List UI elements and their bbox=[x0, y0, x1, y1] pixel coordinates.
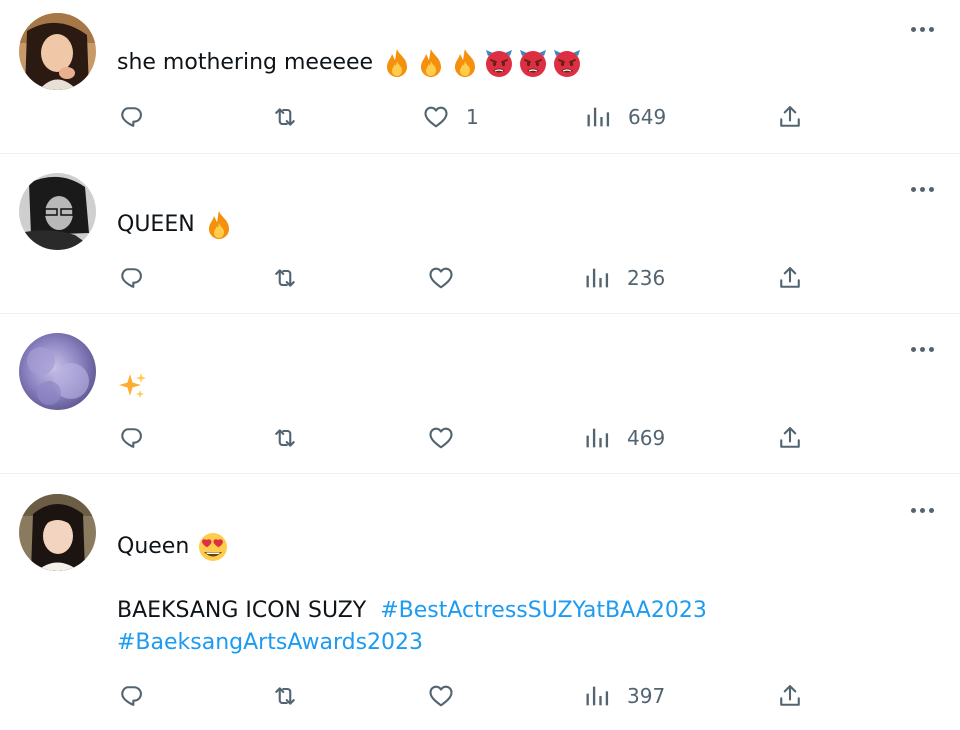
more-options-icon[interactable] bbox=[906, 22, 938, 36]
reply-icon bbox=[117, 424, 145, 452]
more-options-icon[interactable] bbox=[906, 342, 938, 356]
view-count: 397 bbox=[627, 684, 666, 708]
heart-icon bbox=[427, 264, 455, 292]
tweet-text-content: Queen bbox=[117, 534, 190, 559]
retweet-button[interactable] bbox=[271, 262, 315, 294]
retweet-button[interactable] bbox=[271, 101, 315, 133]
fire-emoji-icon bbox=[415, 47, 447, 79]
share-button[interactable] bbox=[776, 262, 804, 294]
views-icon bbox=[583, 424, 611, 452]
tweet-text: QUEEN bbox=[117, 209, 235, 241]
tweet-body-text: BAEKSANG ICON SUZY bbox=[117, 598, 367, 623]
view-count: 649 bbox=[628, 105, 667, 129]
views-button[interactable]: 649 bbox=[584, 101, 666, 133]
avatar-image bbox=[19, 494, 96, 571]
view-count: 469 bbox=[627, 426, 666, 450]
avatar-image bbox=[19, 173, 96, 250]
avatar-image bbox=[19, 13, 96, 90]
more-options-icon[interactable] bbox=[906, 503, 938, 517]
view-count: 236 bbox=[627, 266, 666, 290]
tweet-text: Queen bbox=[117, 531, 229, 563]
like-button[interactable] bbox=[427, 422, 471, 454]
sparkles-emoji-icon bbox=[117, 370, 149, 402]
retweet-icon bbox=[271, 103, 299, 131]
heart-icon bbox=[422, 103, 450, 131]
avatar[interactable] bbox=[19, 333, 96, 410]
fire-emoji-icon bbox=[203, 209, 235, 241]
views-icon bbox=[583, 682, 611, 710]
views-icon bbox=[583, 264, 611, 292]
share-button[interactable] bbox=[776, 101, 804, 133]
tweet-body: BAEKSANG ICON SUZY #BestActressSUZYatBAA… bbox=[117, 595, 877, 659]
action-bar: 1 649 bbox=[0, 101, 960, 133]
like-button[interactable] bbox=[427, 262, 471, 294]
like-button[interactable]: 1 bbox=[422, 101, 479, 133]
reply-icon bbox=[117, 264, 145, 292]
share-icon bbox=[776, 103, 804, 131]
reply-button[interactable] bbox=[117, 422, 161, 454]
retweet-icon bbox=[271, 424, 299, 452]
avatar[interactable] bbox=[19, 494, 96, 571]
tweet[interactable]: 469 bbox=[0, 314, 960, 474]
retweet-icon bbox=[271, 264, 299, 292]
share-icon bbox=[776, 424, 804, 452]
like-button[interactable] bbox=[427, 680, 471, 712]
reply-icon bbox=[117, 103, 145, 131]
avatar[interactable] bbox=[19, 13, 96, 90]
action-bar: 236 bbox=[0, 262, 960, 294]
retweet-button[interactable] bbox=[271, 422, 315, 454]
heart-eyes-emoji-icon bbox=[197, 531, 229, 563]
tweet[interactable]: she mothering meeeee 1 649 bbox=[0, 0, 960, 154]
views-button[interactable]: 469 bbox=[583, 422, 665, 454]
emoji-row bbox=[203, 209, 235, 241]
action-bar: 397 bbox=[0, 680, 960, 712]
tweet-text bbox=[117, 370, 149, 402]
tweet-text-content: QUEEN bbox=[117, 212, 195, 237]
emoji-row bbox=[381, 47, 583, 79]
views-button[interactable]: 236 bbox=[583, 262, 665, 294]
share-icon bbox=[776, 264, 804, 292]
share-icon bbox=[776, 682, 804, 710]
tweet[interactable]: QUEEN 236 bbox=[0, 154, 960, 314]
tweet-text-content: she mothering meeeee bbox=[117, 50, 374, 75]
fire-emoji-icon bbox=[381, 47, 413, 79]
retweet-icon bbox=[271, 682, 299, 710]
views-button[interactable]: 397 bbox=[583, 680, 665, 712]
reply-icon bbox=[117, 682, 145, 710]
reply-button[interactable] bbox=[117, 262, 161, 294]
action-bar: 469 bbox=[0, 422, 960, 454]
hot-face-emoji-icon bbox=[551, 47, 583, 79]
more-options-icon[interactable] bbox=[906, 182, 938, 196]
hot-face-emoji-icon bbox=[517, 47, 549, 79]
share-button[interactable] bbox=[776, 680, 804, 712]
heart-icon bbox=[427, 424, 455, 452]
tweet-text: she mothering meeeee bbox=[117, 47, 583, 79]
share-button[interactable] bbox=[776, 422, 804, 454]
reply-button[interactable] bbox=[117, 101, 161, 133]
avatar-image bbox=[19, 333, 96, 410]
retweet-button[interactable] bbox=[271, 680, 315, 712]
heart-icon bbox=[427, 682, 455, 710]
emoji-row bbox=[197, 531, 229, 563]
like-count: 1 bbox=[466, 105, 479, 129]
hashtag-link[interactable]: #BaeksangArtsAwards2023 bbox=[117, 630, 423, 655]
fire-emoji-icon bbox=[449, 47, 481, 79]
tweet[interactable]: Queen BAEKSANG ICON SUZY #BestActressSUZ… bbox=[0, 474, 960, 730]
hot-face-emoji-icon bbox=[483, 47, 515, 79]
reply-button[interactable] bbox=[117, 680, 161, 712]
hashtag-link[interactable]: #BestActressSUZYatBAA2023 bbox=[380, 598, 707, 623]
views-icon bbox=[584, 103, 612, 131]
avatar[interactable] bbox=[19, 173, 96, 250]
